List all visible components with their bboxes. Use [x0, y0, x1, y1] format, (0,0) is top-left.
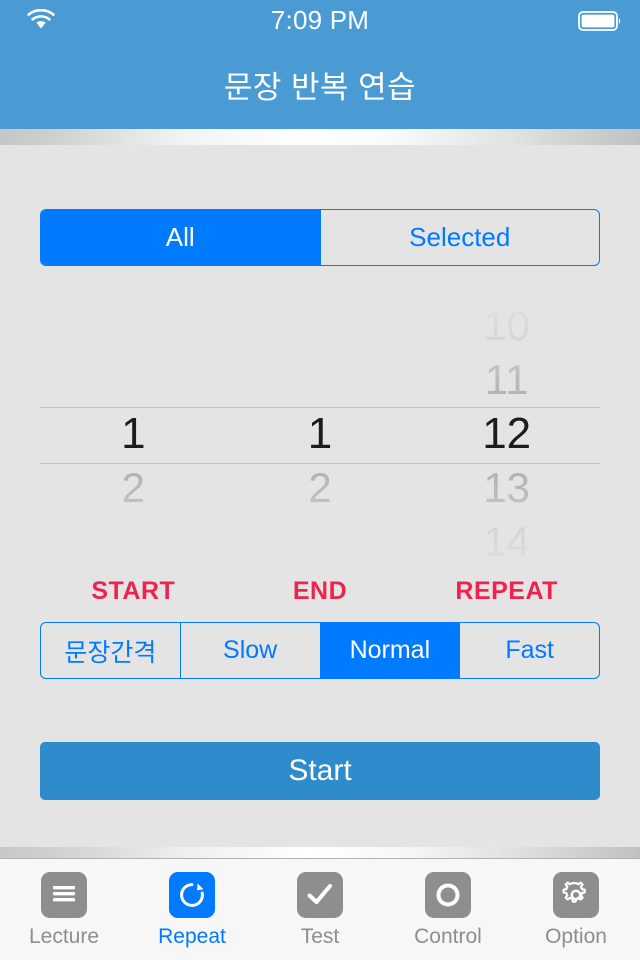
nav-bar: 문장 반복 연습: [0, 40, 640, 129]
refresh-circular-arrow-icon: [169, 872, 215, 918]
tab-label-test: Test: [300, 925, 340, 948]
gear-icon: [553, 872, 599, 918]
segment-fast[interactable]: Fast: [459, 623, 599, 678]
circle-ring-icon: [425, 872, 471, 918]
tab-label-lecture: Lecture: [28, 925, 100, 948]
checkmark-icon: [297, 872, 343, 918]
picker-item-selected[interactable]: 1: [40, 407, 227, 461]
picker-label-start: START: [91, 577, 176, 605]
list-lines-icon: [41, 872, 87, 918]
segment-slow[interactable]: Slow: [179, 623, 320, 678]
segment-normal[interactable]: Normal: [319, 623, 460, 678]
picker-item-selected[interactable]: 1: [227, 407, 414, 461]
picker-item[interactable]: 11: [413, 353, 600, 407]
tab-label-repeat: Repeat: [158, 925, 226, 948]
status-bar-time: 7:09 PM: [270, 4, 370, 35]
main-content: All Selected 1 2 1 2 9 10 11 12 13 14: [0, 145, 640, 858]
tab-test[interactable]: Test: [256, 859, 384, 960]
tab-control[interactable]: Control: [384, 859, 512, 960]
segment-selected[interactable]: Selected: [319, 210, 600, 265]
picker-label-repeat: REPEAT: [455, 577, 558, 605]
start-button[interactable]: Start: [40, 742, 600, 800]
tab-repeat[interactable]: Repeat: [128, 859, 256, 960]
segment-all[interactable]: All: [41, 210, 320, 265]
nav-bar-shadow-divider: [0, 129, 640, 145]
tab-option[interactable]: Option: [512, 859, 640, 960]
wifi-icon: [27, 9, 55, 29]
scope-segmented-control[interactable]: All Selected: [40, 209, 600, 266]
picker-column-start[interactable]: 1 2: [40, 297, 227, 577]
speed-segmented-control[interactable]: 문장간격 Slow Normal Fast: [40, 622, 600, 679]
picker-column-repeat[interactable]: 9 10 11 12 13 14 15: [413, 297, 600, 577]
battery-full-icon: [578, 11, 621, 31]
picker-labels-row: START END REPEAT: [40, 577, 600, 613]
tab-label-option: Option: [545, 925, 607, 948]
picker-item-selected[interactable]: 12: [413, 407, 600, 461]
picker-item[interactable]: 2: [40, 461, 227, 515]
picker-item[interactable]: 14: [413, 515, 600, 569]
status-bar: 7:09 PM: [0, 0, 640, 40]
tabbar-shadow-divider: [0, 847, 640, 858]
picker-column-end[interactable]: 1 2: [227, 297, 414, 577]
page-title: 문장 반복 연습: [223, 70, 417, 105]
tab-label-control: Control: [414, 925, 482, 948]
tab-bar: Lecture Repeat Test Control Option: [0, 858, 640, 960]
picker-label-end: END: [292, 577, 348, 605]
picker-item[interactable]: 10: [413, 299, 600, 353]
range-picker[interactable]: 1 2 1 2 9 10 11 12 13 14 15: [40, 297, 600, 577]
picker-item[interactable]: 13: [413, 461, 600, 515]
picker-item[interactable]: 15: [413, 569, 600, 577]
segment-sentence-interval[interactable]: 문장간격: [41, 623, 180, 678]
tab-lecture[interactable]: Lecture: [0, 859, 128, 960]
picker-item[interactable]: 2: [227, 461, 414, 515]
